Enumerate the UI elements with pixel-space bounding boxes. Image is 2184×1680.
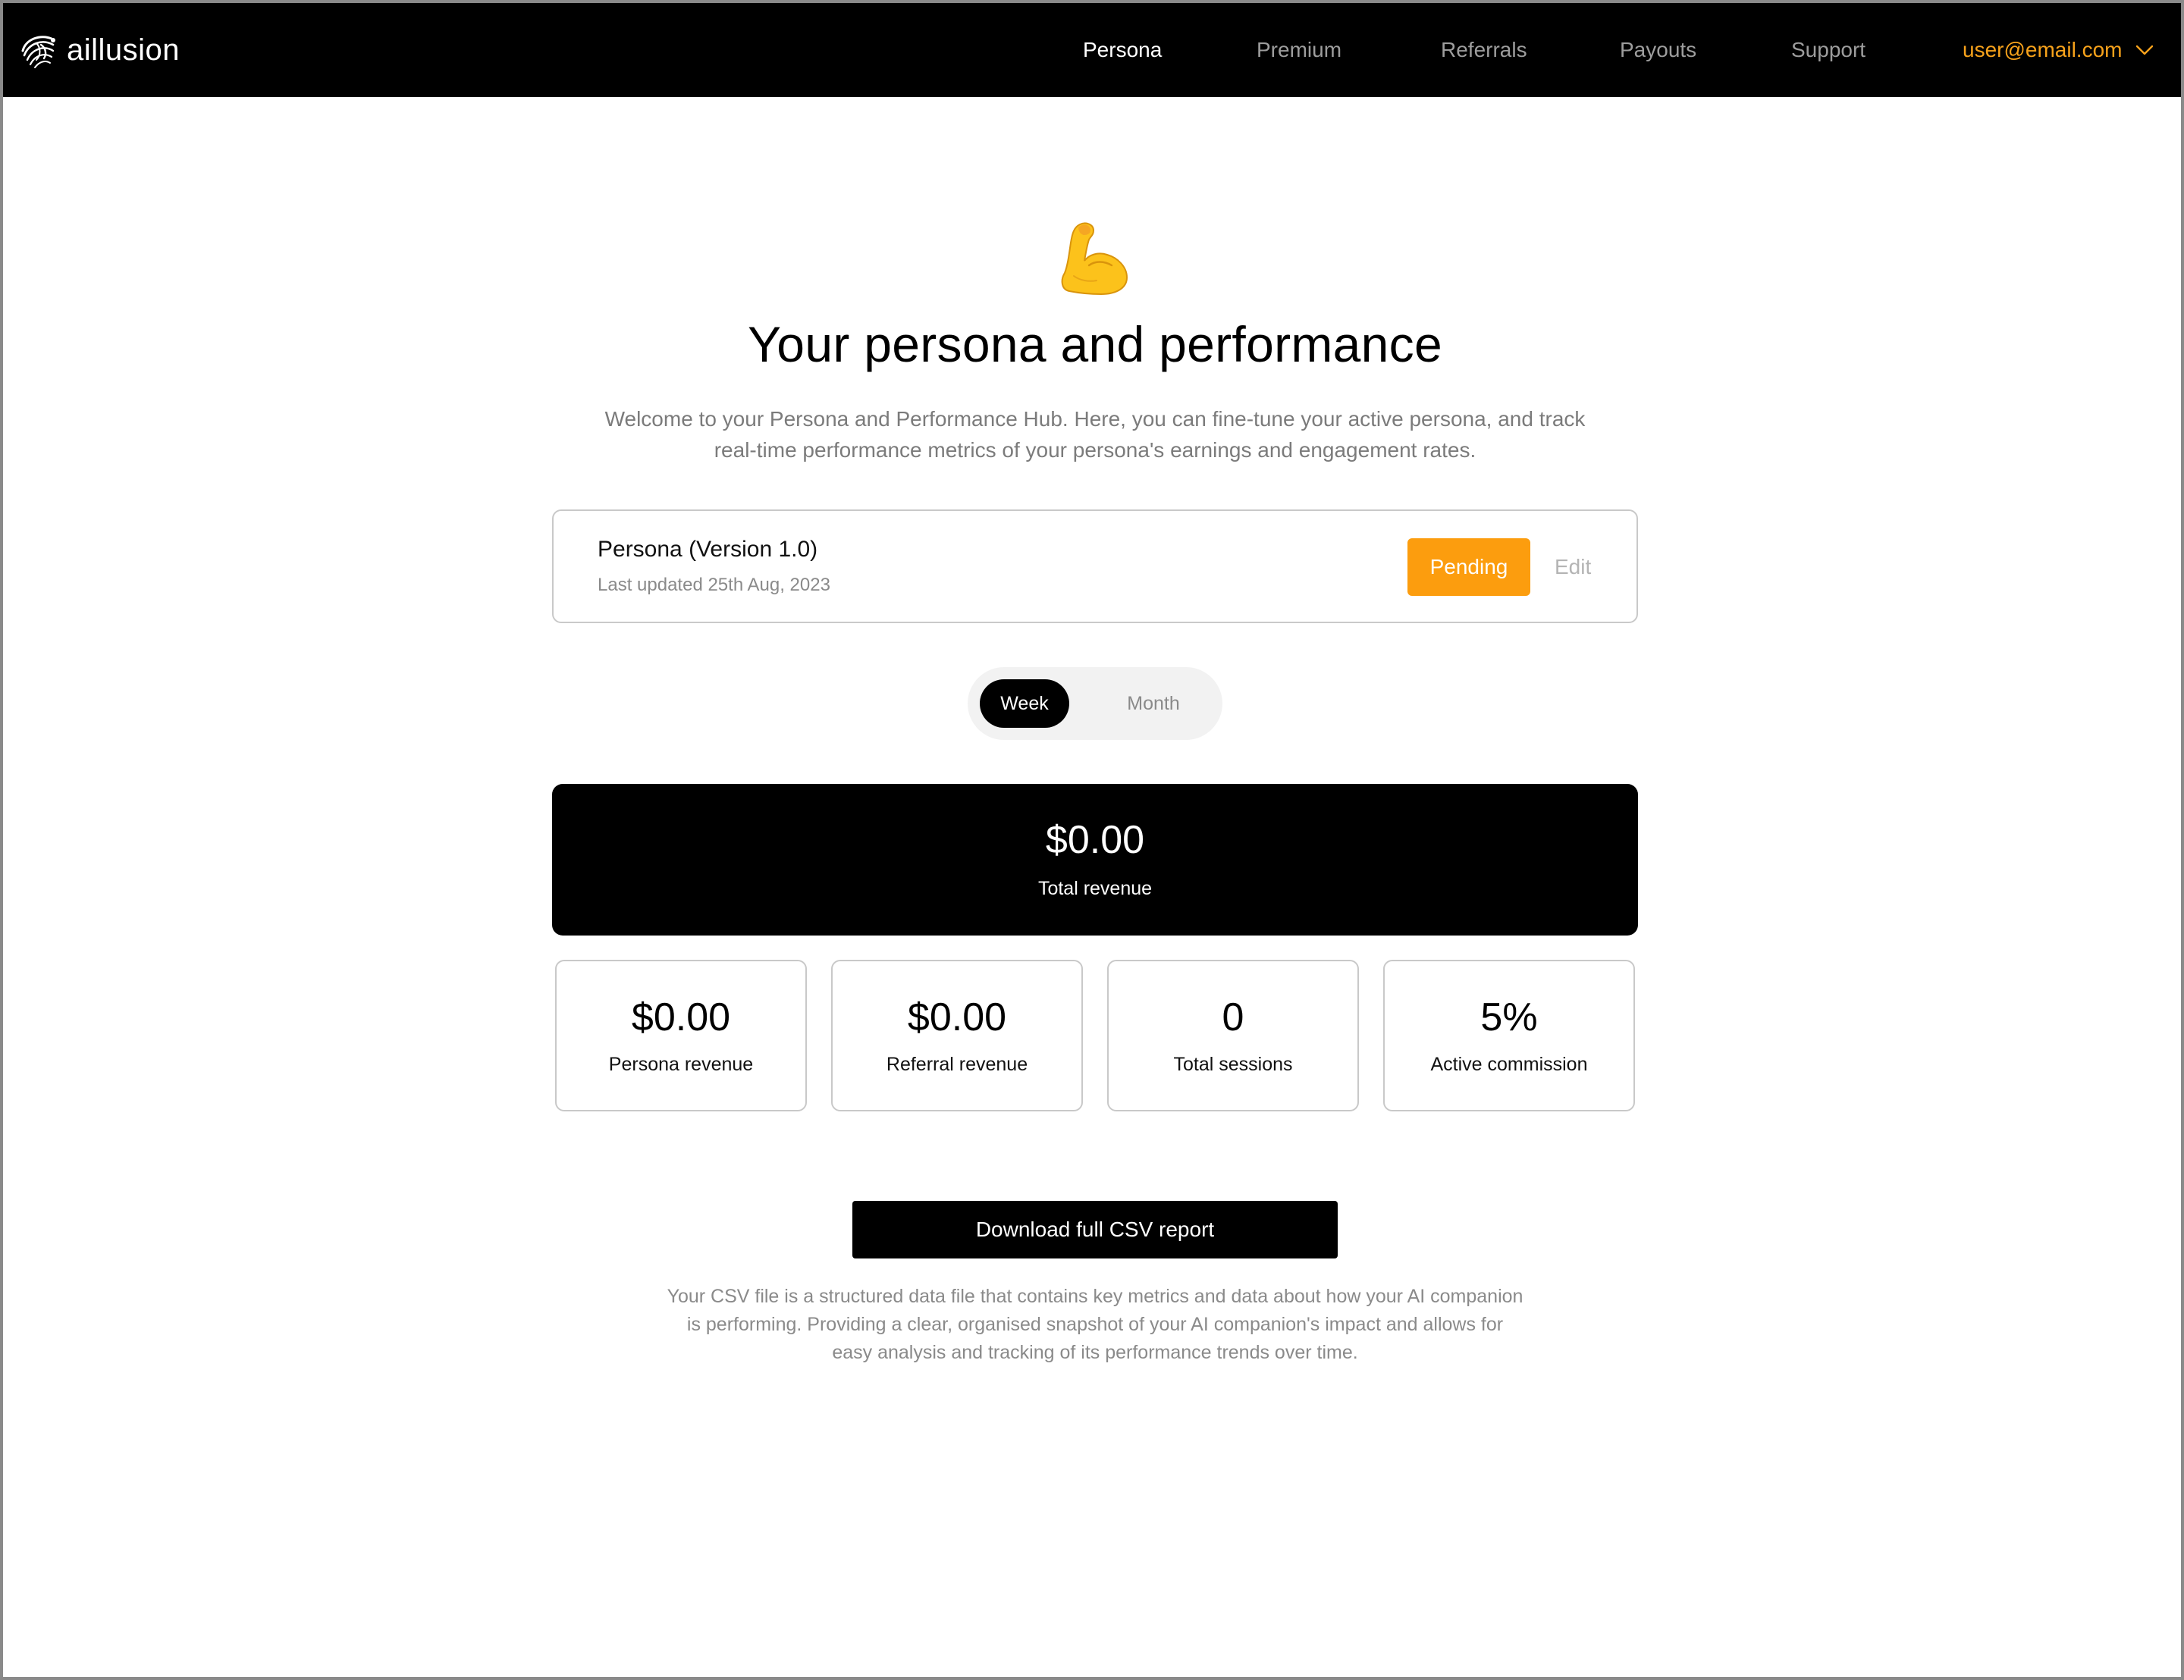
persona-last-updated: Last updated 25th Aug, 2023	[598, 575, 830, 595]
period-toggle: Week Month	[968, 667, 1222, 740]
csv-description: Your CSV file is a structured data file …	[610, 1283, 1580, 1367]
stat-card-persona-revenue: $0.00 Persona revenue	[555, 960, 807, 1111]
toggle-week[interactable]: Week	[980, 679, 1069, 728]
user-email: user@email.com	[1963, 38, 2123, 61]
flexed-biceps-icon	[1061, 222, 1128, 296]
download-csv-button[interactable]: Download full CSV report	[852, 1201, 1338, 1258]
brand-logo-link[interactable]: aillusion	[18, 26, 180, 74]
nav-link-payouts[interactable]: Payouts	[1620, 33, 1696, 67]
subtitle-line-2: real-time performance metrics of your pe…	[714, 438, 1476, 462]
edit-persona-button[interactable]: Edit	[1555, 538, 1591, 596]
nav-link-support[interactable]: Support	[1791, 33, 1866, 67]
brand-name: aillusion	[67, 33, 180, 67]
stat-label: Total sessions	[1173, 1054, 1293, 1075]
nav-link-persona[interactable]: Persona	[1083, 33, 1162, 67]
stat-label: Referral revenue	[886, 1054, 1028, 1075]
csv-description-line-1: Your CSV file is a structured data file …	[667, 1286, 1523, 1307]
page: aillusion Persona Premium Referrals Payo…	[0, 0, 2184, 1680]
stat-value: $0.00	[631, 995, 731, 1039]
top-nav-bar: aillusion Persona Premium Referrals Payo…	[3, 3, 2181, 97]
stat-label: Persona revenue	[608, 1054, 754, 1075]
stat-card-total-sessions: 0 Total sessions	[1107, 960, 1359, 1111]
page-title: Your persona and performance	[748, 316, 1442, 372]
user-account-menu[interactable]: user@email.com	[1963, 33, 2154, 67]
stat-value: 0	[1222, 995, 1244, 1039]
aillusion-logo-icon	[21, 36, 55, 68]
stat-card-referral-revenue: $0.00 Referral revenue	[831, 960, 1083, 1111]
nav-link-premium[interactable]: Premium	[1257, 33, 1341, 67]
stat-card-active-commission: 5% Active commission	[1383, 960, 1635, 1111]
toggle-month[interactable]: Month	[1112, 679, 1195, 728]
persona-version-title: Persona (Version 1.0)	[598, 537, 818, 562]
csv-description-line-3: easy analysis and tracking of its perfor…	[832, 1342, 1358, 1363]
nav-link-referrals[interactable]: Referrals	[1441, 33, 1527, 67]
page-subtitle: Welcome to your Persona and Performance …	[549, 403, 1641, 465]
csv-description-line-2: is performing. Providing a clear, organi…	[686, 1314, 1504, 1335]
stat-value: $0.00	[907, 995, 1007, 1039]
total-revenue-card: $0.00 Total revenue	[552, 784, 1638, 936]
total-revenue-label: Total revenue	[1037, 878, 1153, 899]
total-revenue-value: $0.00	[1045, 818, 1145, 862]
persona-card: Persona (Version 1.0) Last updated 25th …	[552, 509, 1638, 623]
stat-label: Active commission	[1430, 1054, 1588, 1075]
subtitle-line-1: Welcome to your Persona and Performance …	[604, 407, 1586, 431]
status-badge: Pending	[1407, 538, 1530, 596]
chevron-down-icon	[2136, 45, 2154, 55]
stat-value: 5%	[1480, 995, 1538, 1039]
